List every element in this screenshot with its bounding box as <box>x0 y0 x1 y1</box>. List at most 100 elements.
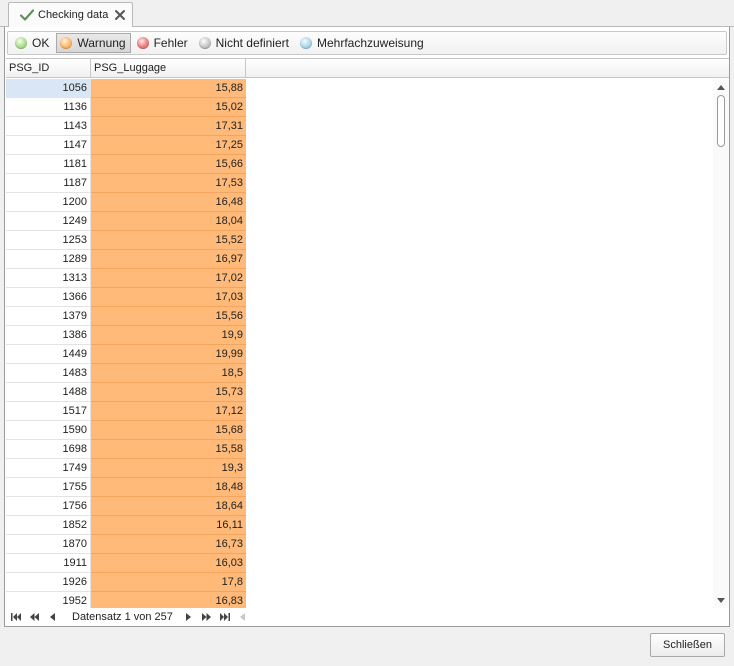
cell-psg-id[interactable]: 1253 <box>6 231 91 250</box>
table-row[interactable]: 1366 17,03 <box>6 288 713 307</box>
filter-warning-button[interactable]: Warnung <box>56 33 131 53</box>
cell-psg-luggage[interactable]: 17,8 <box>91 573 246 592</box>
cell-psg-id[interactable]: 1449 <box>6 345 91 364</box>
first-record-icon[interactable] <box>10 611 22 623</box>
close-icon[interactable] <box>114 9 126 21</box>
cell-psg-luggage[interactable]: 16,48 <box>91 193 246 212</box>
vertical-scrollbar[interactable] <box>713 79 729 608</box>
cell-psg-id[interactable]: 1756 <box>6 497 91 516</box>
scrollbar-thumb[interactable] <box>717 95 725 147</box>
table-row[interactable]: 1749 19,3 <box>6 459 713 478</box>
table-row[interactable]: 1590 15,68 <box>6 421 713 440</box>
last-record-icon[interactable] <box>219 611 231 623</box>
cell-psg-luggage[interactable]: 19,3 <box>91 459 246 478</box>
cell-psg-luggage[interactable]: 18,48 <box>91 478 246 497</box>
cell-psg-id[interactable]: 1852 <box>6 516 91 535</box>
cell-psg-id[interactable]: 1755 <box>6 478 91 497</box>
cell-psg-luggage[interactable]: 17,03 <box>91 288 246 307</box>
cell-psg-id[interactable]: 1483 <box>6 364 91 383</box>
cell-psg-id[interactable]: 1870 <box>6 535 91 554</box>
cell-psg-id[interactable]: 1289 <box>6 250 91 269</box>
close-button[interactable]: Schließen <box>650 633 725 657</box>
cell-psg-luggage[interactable]: 16,11 <box>91 516 246 535</box>
cell-psg-id[interactable]: 1200 <box>6 193 91 212</box>
table-row[interactable]: 1181 15,66 <box>6 155 713 174</box>
cell-psg-luggage[interactable]: 15,66 <box>91 155 246 174</box>
cell-psg-id[interactable]: 1926 <box>6 573 91 592</box>
cell-psg-luggage[interactable]: 15,88 <box>91 79 246 98</box>
table-row[interactable]: 1911 16,03 <box>6 554 713 573</box>
cell-psg-id[interactable]: 1590 <box>6 421 91 440</box>
table-row[interactable]: 1852 16,11 <box>6 516 713 535</box>
cell-psg-id[interactable]: 1386 <box>6 326 91 345</box>
cell-psg-luggage[interactable]: 19,99 <box>91 345 246 364</box>
table-row[interactable]: 1698 15,58 <box>6 440 713 459</box>
filter-error-button[interactable]: Fehler <box>133 33 193 53</box>
cell-psg-luggage[interactable]: 17,53 <box>91 174 246 193</box>
cell-psg-luggage[interactable]: 17,02 <box>91 269 246 288</box>
cell-psg-id[interactable]: 1488 <box>6 383 91 402</box>
scroll-down-arrow-icon[interactable] <box>713 592 729 608</box>
cell-psg-id[interactable]: 1952 <box>6 592 91 608</box>
tab-checking-data[interactable]: Checking data <box>8 2 133 27</box>
table-row[interactable]: 1056 15,88 <box>6 79 713 98</box>
table-row[interactable]: 1488 15,73 <box>6 383 713 402</box>
column-header-psg-luggage[interactable]: PSG_Luggage <box>91 59 246 78</box>
filter-ok-button[interactable]: OK <box>11 33 54 53</box>
cell-psg-luggage[interactable]: 18,64 <box>91 497 246 516</box>
table-row[interactable]: 1755 18,48 <box>6 478 713 497</box>
next-record-icon[interactable] <box>183 611 195 623</box>
cell-psg-luggage[interactable]: 17,12 <box>91 402 246 421</box>
cell-psg-id[interactable]: 1136 <box>6 98 91 117</box>
cell-psg-luggage[interactable]: 15,73 <box>91 383 246 402</box>
cell-psg-luggage[interactable]: 17,25 <box>91 136 246 155</box>
cell-psg-id[interactable]: 1143 <box>6 117 91 136</box>
column-header-psg-id[interactable]: PSG_ID <box>6 59 91 78</box>
cell-psg-luggage[interactable]: 18,04 <box>91 212 246 231</box>
cell-psg-id[interactable]: 1911 <box>6 554 91 573</box>
table-row[interactable]: 1379 15,56 <box>6 307 713 326</box>
table-row[interactable]: 1249 18,04 <box>6 212 713 231</box>
previous-page-icon[interactable] <box>28 611 40 623</box>
cell-psg-luggage[interactable]: 15,02 <box>91 98 246 117</box>
cell-psg-id[interactable]: 1249 <box>6 212 91 231</box>
table-row[interactable]: 1926 17,8 <box>6 573 713 592</box>
cell-psg-id[interactable]: 1056 <box>6 79 91 98</box>
table-row[interactable]: 1200 16,48 <box>6 193 713 212</box>
table-row[interactable]: 1449 19,99 <box>6 345 713 364</box>
cell-psg-id[interactable]: 1187 <box>6 174 91 193</box>
table-row[interactable]: 1517 17,12 <box>6 402 713 421</box>
cell-psg-luggage[interactable]: 16,73 <box>91 535 246 554</box>
cell-psg-id[interactable]: 1313 <box>6 269 91 288</box>
cell-psg-luggage[interactable]: 15,68 <box>91 421 246 440</box>
table-row[interactable]: 1870 16,73 <box>6 535 713 554</box>
previous-record-icon[interactable] <box>46 611 58 623</box>
table-row[interactable]: 1136 15,02 <box>6 98 713 117</box>
table-row[interactable]: 1386 19,9 <box>6 326 713 345</box>
table-row[interactable]: 1483 18,5 <box>6 364 713 383</box>
cell-psg-luggage[interactable]: 17,31 <box>91 117 246 136</box>
cell-psg-luggage[interactable]: 19,9 <box>91 326 246 345</box>
cell-psg-id[interactable]: 1147 <box>6 136 91 155</box>
cell-psg-luggage[interactable]: 15,52 <box>91 231 246 250</box>
cell-psg-luggage[interactable]: 15,56 <box>91 307 246 326</box>
cell-psg-id[interactable]: 1517 <box>6 402 91 421</box>
table-row[interactable]: 1147 17,25 <box>6 136 713 155</box>
scroll-up-arrow-icon[interactable] <box>713 79 729 95</box>
table-row[interactable]: 1289 16,97 <box>6 250 713 269</box>
table-row[interactable]: 1253 15,52 <box>6 231 713 250</box>
cell-psg-luggage[interactable]: 15,58 <box>91 440 246 459</box>
cell-psg-id[interactable]: 1181 <box>6 155 91 174</box>
next-page-icon[interactable] <box>201 611 213 623</box>
filter-multiple-button[interactable]: Mehrfachzuweisung <box>296 33 429 53</box>
cell-psg-id[interactable]: 1698 <box>6 440 91 459</box>
table-row[interactable]: 1143 17,31 <box>6 117 713 136</box>
scroll-left-arrow-icon[interactable] <box>237 611 249 623</box>
cell-psg-id[interactable]: 1366 <box>6 288 91 307</box>
cell-psg-id[interactable]: 1379 <box>6 307 91 326</box>
table-row[interactable]: 1187 17,53 <box>6 174 713 193</box>
cell-psg-id[interactable]: 1749 <box>6 459 91 478</box>
cell-psg-luggage[interactable]: 16,83 <box>91 592 246 608</box>
cell-psg-luggage[interactable]: 16,03 <box>91 554 246 573</box>
filter-undefined-button[interactable]: Nicht definiert <box>195 33 294 53</box>
